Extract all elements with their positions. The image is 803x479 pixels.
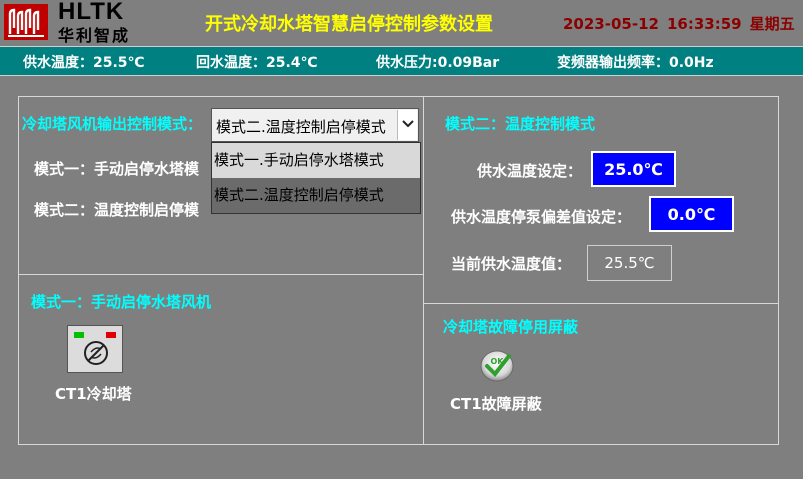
mode-select-toggle[interactable] xyxy=(397,110,417,140)
time-text: 16:33:59 xyxy=(666,15,742,33)
left-horizontal-divider xyxy=(18,274,424,275)
ok-icon[interactable]: OK xyxy=(475,348,519,384)
current-temp-label: 当前供水温度值： xyxy=(451,255,572,273)
page-title: 开式冷却水塔智慧启停控制参数设置 xyxy=(205,14,493,35)
right-horizontal-divider xyxy=(423,303,779,304)
ct1-fan-button[interactable] xyxy=(67,325,123,373)
vertical-divider xyxy=(423,96,424,445)
current-temp-value: 25.5℃ xyxy=(587,245,672,281)
fault-indicator xyxy=(106,332,116,338)
ct1-fault-bypass-label: CT1故障屏蔽 xyxy=(450,395,542,413)
mode-option-1[interactable]: 模式一.手动启停水塔模式 xyxy=(212,143,420,178)
supply-temp-status: 供水温度：25.5℃ xyxy=(23,55,145,71)
mode-select[interactable]: 模式二.温度控制启停模式 xyxy=(211,108,419,142)
supply-pressure-status: 供水压力:0.09Bar xyxy=(376,55,500,71)
manual-mode-title: 模式一：手动启停水塔风机 xyxy=(31,293,212,311)
return-temp-status: 回水温度：25.4℃ xyxy=(196,55,318,71)
mode-option-2[interactable]: 模式二.温度控制启停模式 xyxy=(212,178,420,213)
deviation-input[interactable]: 0.0℃ xyxy=(649,196,734,232)
weekday-text: 星期五 xyxy=(749,15,795,33)
status-bar: 供水温度：25.5℃ 回水温度：25.4℃ 供水压力:0.09Bar 变频器输出… xyxy=(0,46,803,76)
datetime: 2023-05-12 16:33:59 星期五 xyxy=(563,13,803,34)
mode-select-label: 冷却塔风机输出控制模式： xyxy=(22,115,203,133)
ct1-fan-label: CT1冷却塔 xyxy=(55,385,132,403)
date-text: 2023-05-12 xyxy=(563,15,659,33)
mode1-description: 模式一：手动启停水塔模 xyxy=(34,160,200,178)
run-indicator xyxy=(74,332,84,338)
mode-dropdown-list: 模式一.手动启停水塔模式 模式二.温度控制启停模式 xyxy=(211,142,421,214)
ok-text: OK xyxy=(491,357,505,366)
deviation-label: 供水温度停泵偏差值设定： xyxy=(451,208,632,226)
mode2-description: 模式二：温度控制启停模 xyxy=(34,201,200,219)
mode-select-value: 模式二.温度控制启停模式 xyxy=(216,118,386,136)
logo-subtext: 华利智成 xyxy=(58,26,131,45)
header: HLTK 华利智成 开式冷却水塔智慧启停控制参数设置 2023-05-12 16:… xyxy=(0,0,803,45)
vfd-frequency-status: 变频器输出频率：0.0Hz xyxy=(557,55,714,71)
chevron-down-icon xyxy=(402,120,414,128)
setpoint-label: 供水温度设定： xyxy=(477,162,583,180)
temp-mode-title: 模式二：温度控制模式 xyxy=(445,115,596,133)
fan-icon xyxy=(84,341,108,365)
setpoint-input[interactable]: 25.0℃ xyxy=(591,151,676,187)
logo-icon xyxy=(4,4,48,40)
fault-bypass-title: 冷却塔故障停用屏蔽 xyxy=(443,318,579,336)
